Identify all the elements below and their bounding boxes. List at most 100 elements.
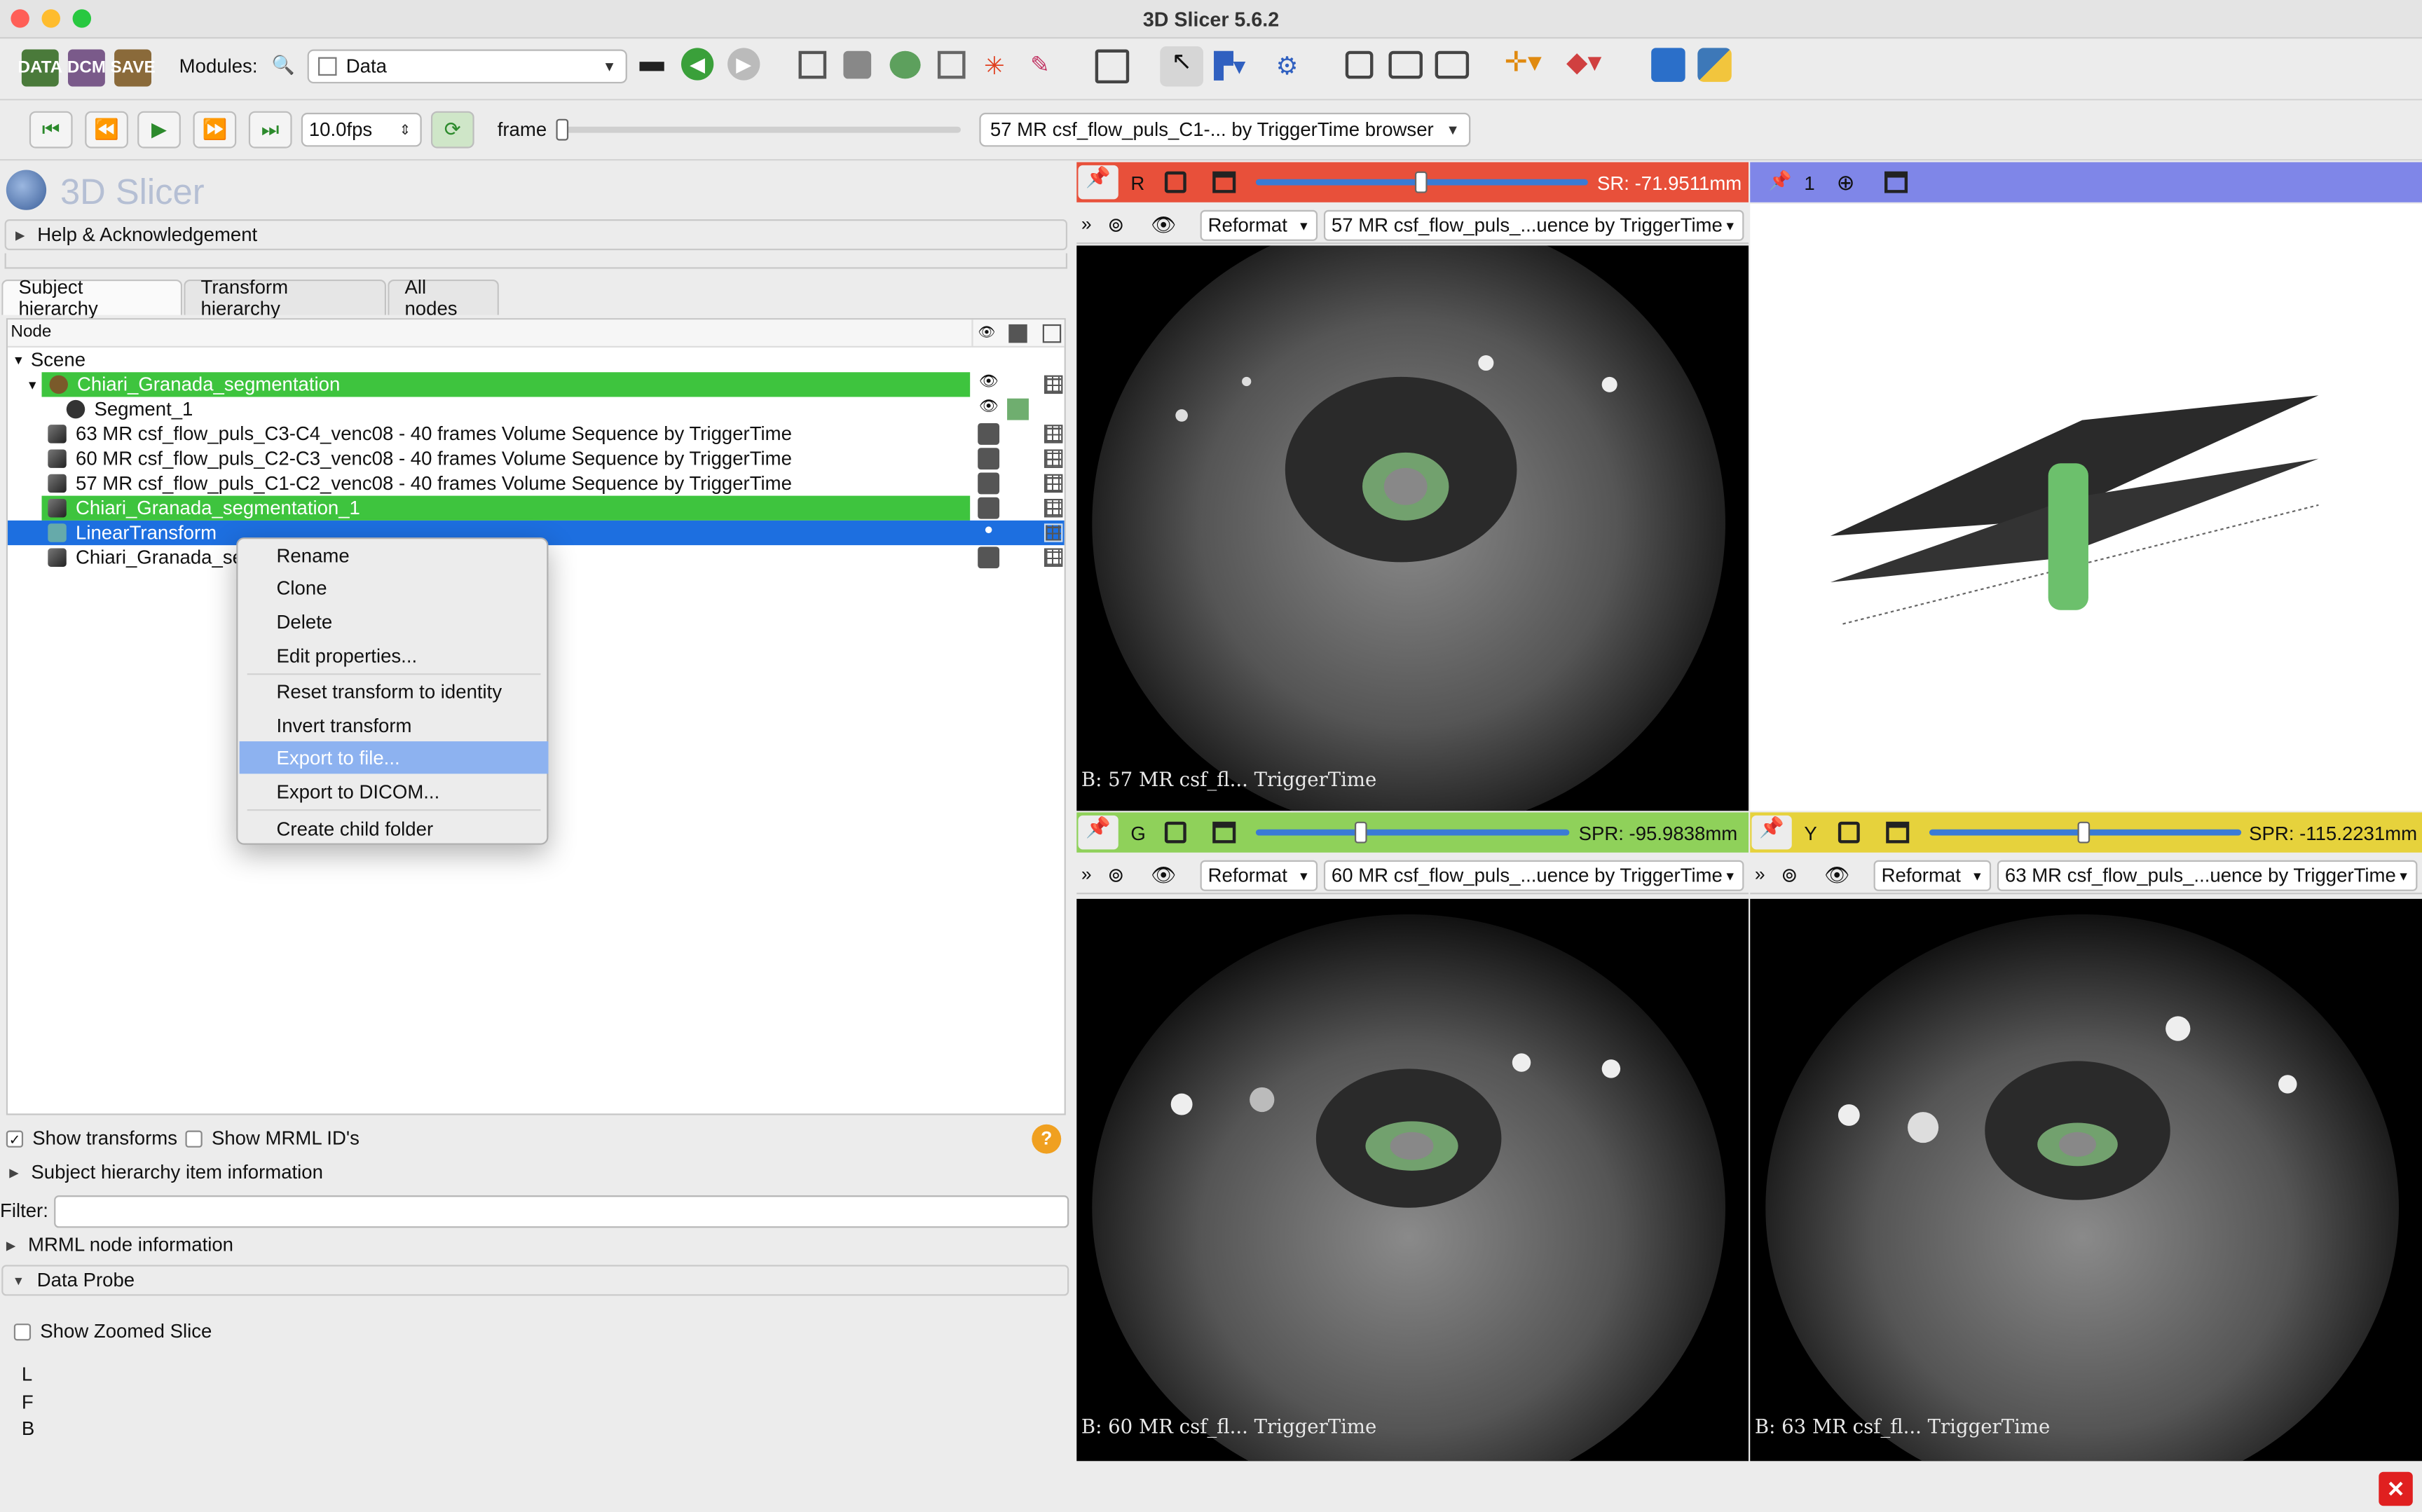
data-probe-section-header[interactable]: ▼ Data Probe (1, 1265, 1069, 1296)
segment-editor-icon[interactable]: ✎ (1030, 51, 1058, 78)
maximize-view-icon[interactable] (1212, 821, 1236, 844)
fps-spinbox[interactable]: 10.0fps ⇕ (301, 112, 422, 147)
menu-item-rename[interactable]: Rename (240, 539, 549, 571)
checkbox-unchecked-icon[interactable] (185, 1129, 203, 1147)
last-frame-button[interactable]: ⏭ (248, 111, 292, 149)
save-icon[interactable]: SAVE (110, 49, 156, 87)
frame-slider[interactable] (556, 118, 961, 141)
eye-icon[interactable]: 👁 (978, 399, 999, 420)
tree-row-volume-63[interactable]: 63 MR csf_flow_puls_C3-C4_venc08 - 40 fr… (8, 422, 1065, 446)
transform-grid-icon[interactable] (1044, 375, 1063, 394)
volume-visibility-icon[interactable] (978, 422, 1000, 445)
volume-visibility-icon[interactable] (978, 472, 1000, 495)
transform-grid-icon[interactable] (1044, 498, 1063, 518)
loop-button[interactable]: ⟳ (430, 111, 474, 149)
red-slice-image[interactable]: B: 57 MR csf_fl... TriggerTime (1076, 245, 1749, 811)
green-offset-slider-handle[interactable] (1354, 821, 1367, 844)
maximize-view-icon[interactable] (1884, 171, 1908, 193)
transform-grid-icon[interactable] (1044, 449, 1063, 468)
transform-grid-icon[interactable] (1044, 548, 1063, 567)
menu-item-export-to-file[interactable]: Export to file... (239, 741, 549, 774)
show-zoomed-slice-checkbox[interactable]: Show Zoomed Slice (13, 1321, 212, 1342)
link-icon[interactable]: ⊚ (1107, 863, 1124, 888)
color-column-icon[interactable] (1008, 324, 1027, 343)
maximize-view-icon[interactable] (1886, 821, 1910, 844)
pointer-icon[interactable]: ↖ (1160, 46, 1203, 87)
menu-item-clone[interactable]: Clone (240, 572, 549, 604)
eye-icon[interactable]: 👁 (1151, 863, 1176, 888)
scene-view-icon[interactable] (1435, 50, 1470, 79)
red-offset-slider-handle[interactable] (1414, 171, 1428, 193)
eye-icon[interactable]: 👁 (1824, 863, 1849, 888)
tree-row-volume-60[interactable]: 60 MR csf_flow_puls_C2-C3_venc08 - 40 fr… (8, 446, 1065, 471)
tree-row-segmentation-1[interactable]: Chiari_Granada_segmentation_1 (8, 495, 1065, 521)
red-volume-selector[interactable]: 57 MR csf_flow_puls_...uence by TriggerT… (1323, 209, 1744, 241)
help-icon[interactable]: ? (1032, 1124, 1062, 1154)
dcm-icon[interactable]: DCM (67, 49, 106, 87)
tab-transform-hierarchy[interactable]: Transform hierarchy (184, 277, 387, 319)
link-slice-icon[interactable] (1164, 821, 1186, 844)
frame-slider-handle[interactable] (556, 118, 569, 141)
tab-all-nodes[interactable]: All nodes (388, 277, 499, 319)
mrml-info-section-header[interactable]: ▶ MRML node information (6, 1234, 233, 1256)
crosshair-mode-icon[interactable]: ⚙ (1276, 51, 1307, 82)
link-slice-icon[interactable] (1838, 821, 1860, 844)
volume-visibility-icon[interactable] (978, 547, 1000, 569)
camera-icon[interactable] (1388, 50, 1423, 79)
previous-frame-button[interactable]: ⏪ (85, 111, 128, 149)
python-console-icon[interactable] (1697, 48, 1732, 82)
link-icon[interactable]: ⊚ (1107, 213, 1124, 238)
3d-render-area[interactable] (1750, 203, 2422, 811)
screenshot-icon[interactable] (1345, 50, 1374, 79)
first-frame-button[interactable]: ⏮ (29, 111, 73, 149)
help-section-header[interactable]: ▶ Help & Acknowledgement (4, 219, 1068, 251)
menu-item-export-to-dicom[interactable]: Export to DICOM... (240, 776, 549, 808)
menu-item-reset-transform[interactable]: Reset transform to identity (240, 675, 549, 707)
transform-grid-icon[interactable] (1044, 523, 1063, 542)
green-orientation-selector[interactable]: Reformat ▼ (1200, 860, 1318, 891)
checkbox-checked-icon[interactable]: ✓ (6, 1129, 24, 1147)
volume-visibility-icon[interactable] (978, 497, 1000, 519)
link-icon[interactable]: ⊚ (1781, 863, 1798, 888)
sequence-browser-selector[interactable]: 57 MR csf_flow_puls_C1-... by TriggerTim… (979, 112, 1471, 147)
show-mrml-ids-checkbox[interactable]: Show MRML ID's (185, 1127, 360, 1149)
link-slice-icon[interactable] (1164, 171, 1186, 193)
eye-icon[interactable]: 👁 (978, 373, 999, 395)
yellow-offset-slider-handle[interactable] (2077, 821, 2091, 844)
show-transforms-checkbox[interactable]: ✓ Show transforms (6, 1127, 177, 1149)
transform-grid-icon[interactable] (1044, 425, 1063, 444)
segment-color-swatch[interactable] (1007, 398, 1029, 420)
menu-item-create-child-folder[interactable]: Create child folder (240, 812, 549, 844)
expand-controller-icon[interactable]: » (1081, 863, 1092, 885)
center-view-icon[interactable]: ⊕ (1837, 170, 1855, 195)
expand-controller-icon[interactable]: » (1081, 213, 1092, 235)
expand-caret-icon[interactable]: ▼ (26, 378, 38, 392)
tree-row-scene[interactable]: ▼ Scene (8, 348, 1065, 372)
play-button[interactable]: ▶ (137, 111, 181, 149)
red-orientation-selector[interactable]: Reformat ▼ (1200, 209, 1318, 241)
green-slice-image[interactable]: B: 60 MR csf_fl... TriggerTime (1076, 898, 1749, 1462)
item-info-section-header[interactable]: ▶ Subject hierarchy item information (9, 1162, 323, 1183)
green-offset-slider[interactable] (1255, 829, 1570, 836)
module-list-icon[interactable] (798, 50, 827, 79)
tree-row-volume-57[interactable]: 57 MR csf_flow_puls_C1-C2_venc08 - 40 fr… (8, 471, 1065, 495)
pin-icon[interactable]: 📌 (1751, 815, 1792, 850)
eye-icon[interactable]: 👁 (1151, 213, 1176, 238)
error-log-icon[interactable]: ✕ (2379, 1471, 2413, 1506)
module-search-icon[interactable]: 🔍 (272, 54, 295, 76)
next-frame-button[interactable]: ⏩ (193, 111, 237, 149)
yellow-slice-image[interactable]: B: 63 MR csf_fl... TriggerTime (1750, 898, 2422, 1462)
back-arrow-icon[interactable]: ◀ (681, 48, 714, 81)
transform-grid-icon[interactable] (1044, 474, 1063, 493)
yellow-orientation-selector[interactable]: Reformat ▼ (1873, 860, 1992, 891)
pin-icon[interactable]: 📌 (1078, 165, 1118, 200)
tree-row-segmentation[interactable]: ▼ Chiari_Granada_segmentation 👁 (8, 372, 1065, 397)
eye-icon[interactable]: ● (978, 522, 999, 544)
pin-icon[interactable]: 📌 (1078, 815, 1118, 850)
expand-caret-icon[interactable]: ▼ (13, 353, 25, 367)
slice-intersection-icon[interactable]: ◆▾ (1566, 46, 1619, 80)
place-fiducial-icon[interactable]: ▛▾ (1214, 51, 1257, 82)
maximize-view-icon[interactable] (1212, 171, 1236, 193)
checkbox-unchecked-icon[interactable] (13, 1322, 32, 1340)
menu-item-edit-properties[interactable]: Edit properties... (240, 640, 549, 672)
